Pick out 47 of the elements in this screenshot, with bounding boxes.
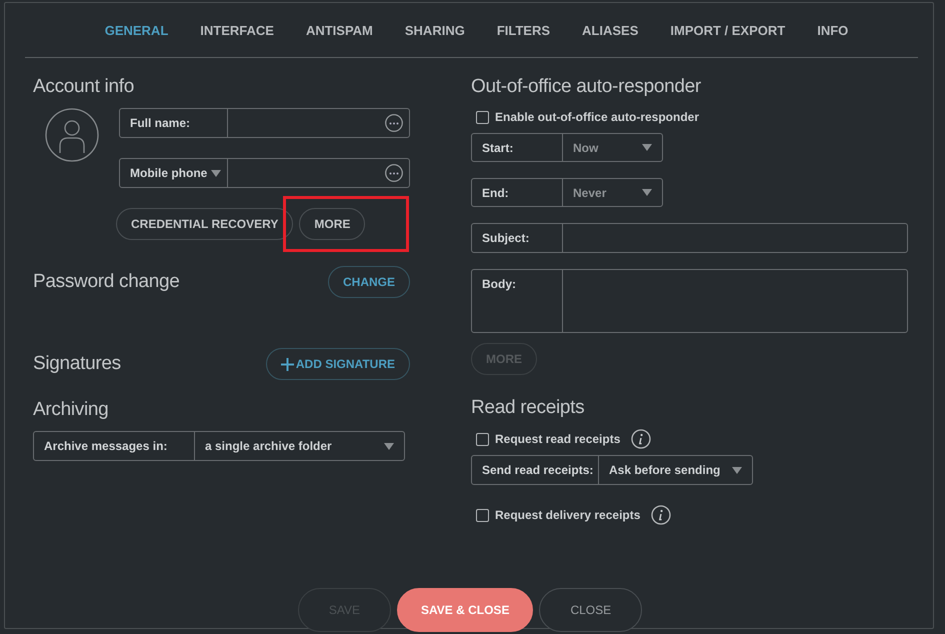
info-icon [651,505,672,525]
field-label: Full name: [129,115,192,132]
checkbox[interactable] [476,432,489,446]
plus-icon [280,358,294,370]
checkbox-label: Enable out-of-office auto-responder [495,110,699,124]
change-button[interactable]: CHANGE [328,266,410,298]
section-heading: Account info [33,76,135,98]
select-dropdown[interactable]: Never [562,179,662,206]
field-label: Subject: [481,230,530,247]
field-label: Start: [481,140,514,156]
settings-tab[interactable]: GENERAL [104,22,168,38]
section-heading: Signatures [33,353,121,375]
settings-tab[interactable]: INTERFACE [200,22,274,38]
settings-tab[interactable]: ANTISPAM [306,22,373,38]
settings-tab[interactable]: FILTERS [496,22,550,38]
more-icon [385,114,403,132]
checkbox[interactable] [476,110,489,124]
checkbox-label: Request read receipts [495,432,620,446]
select-dropdown[interactable]: a single archive folder [194,432,404,460]
field-label: Send read receipts: [481,462,594,479]
pill-button[interactable]: CREDENTIAL RECOVERY [116,208,294,240]
checkbox[interactable] [476,508,489,522]
section-heading: Password change [33,271,180,293]
select-dropdown[interactable]: Now [562,134,662,161]
info-icon [631,429,652,449]
caret-icon [732,466,742,474]
caret-icon [211,170,222,176]
caret-icon [642,189,652,196]
section-heading: Read receipts [471,397,586,419]
section-heading: Archiving [33,399,110,421]
checkbox-label: Request delivery receipts [495,508,640,522]
field-label: Archive messages in: [43,438,168,455]
section-heading: Out-of-office auto-responder [471,76,702,98]
more-icon [385,164,403,182]
settings-tab[interactable]: SHARING [404,22,465,38]
close-button[interactable]: CLOSE [539,588,642,632]
settings-tab[interactable]: IMPORT / EXPORT [670,22,786,38]
select-dropdown[interactable]: Ask before sending [598,456,752,484]
settings-tab[interactable]: INFO [817,22,848,38]
pill-button[interactable]: MORE [299,208,366,240]
caret-icon [384,442,394,450]
add-signature-button[interactable]: ADD SIGNATURE [266,348,410,380]
field-label: End: [481,184,510,202]
settings-tab[interactable]: ALIASES [582,22,638,38]
avatar-icon [45,108,99,162]
field-label: Body: [481,276,517,293]
caret-icon [642,144,652,151]
